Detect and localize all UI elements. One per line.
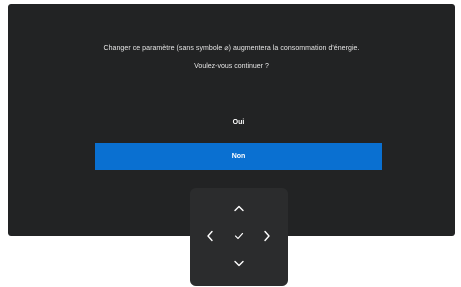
warning-message: Changer ce paramètre (sans symbole ⌀) au…: [103, 45, 360, 52]
no-option-label: Non: [231, 153, 246, 160]
chevron-up-icon[interactable]: [229, 198, 249, 218]
chevron-right-icon[interactable]: [257, 226, 277, 246]
yes-option[interactable]: Oui: [95, 109, 382, 136]
confirm-question: Voulez-vous continuer ?: [194, 63, 269, 70]
joystick-nav-pad: [190, 188, 288, 286]
no-option[interactable]: Non: [95, 143, 382, 170]
chevron-left-icon[interactable]: [200, 226, 220, 246]
checkmark-icon[interactable]: [229, 226, 249, 246]
yes-option-label: Oui: [232, 119, 245, 126]
chevron-down-icon[interactable]: [229, 254, 249, 274]
screen: Changer ce paramètre (sans symbole ⌀) au…: [0, 0, 461, 287]
